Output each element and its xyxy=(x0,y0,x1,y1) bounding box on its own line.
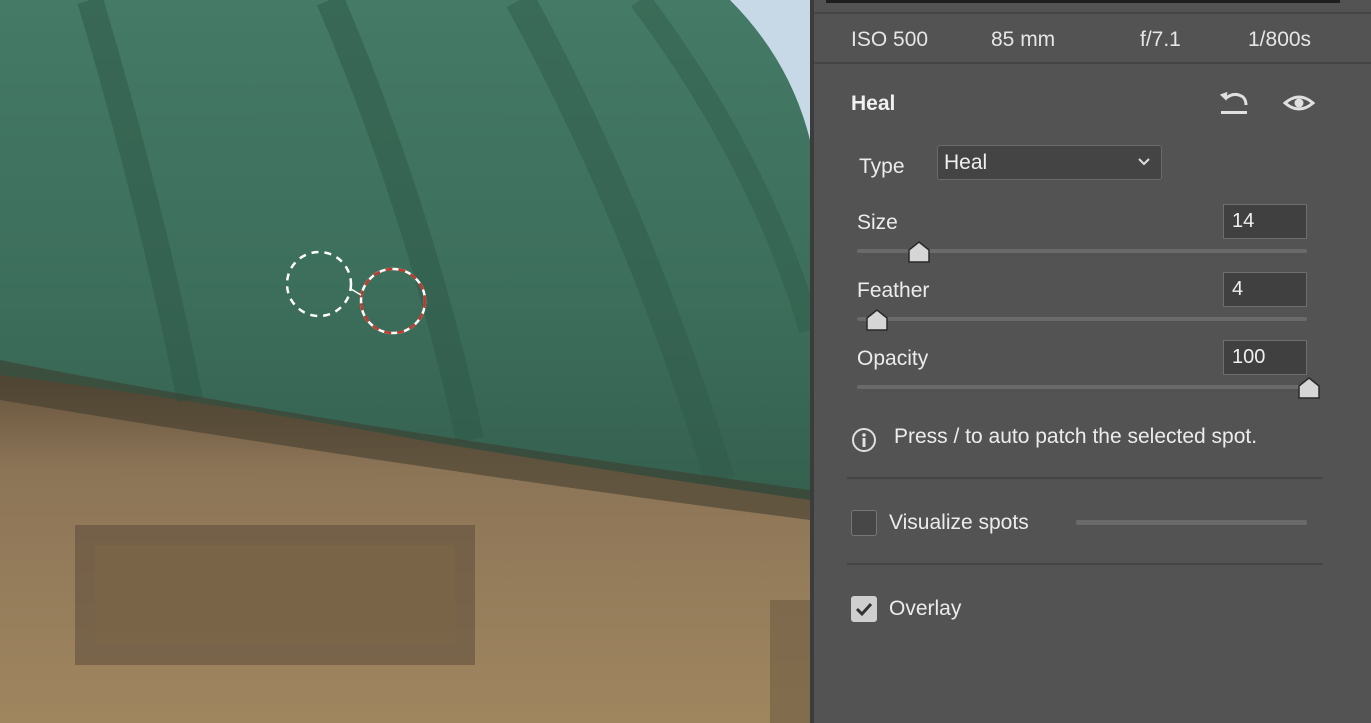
exif-info-bar: ISO 500 85 mm f/7.1 1/800s xyxy=(814,12,1371,64)
feather-input[interactable]: 4 xyxy=(1223,272,1307,307)
divider xyxy=(847,477,1323,479)
type-select-value: Heal xyxy=(944,151,988,174)
iso-value: ISO 500 xyxy=(851,28,929,51)
opacity-slider-track[interactable] xyxy=(857,385,1307,389)
visualize-spots-label: Visualize spots xyxy=(889,511,1029,534)
panel-title: Heal xyxy=(851,92,896,115)
edit-panel: ISO 500 85 mm f/7.1 1/800s Heal Type Hea… xyxy=(810,0,1371,723)
overlay-label: Overlay xyxy=(889,597,962,620)
opacity-slider-thumb[interactable] xyxy=(1298,377,1320,399)
aperture-value: f/7.1 xyxy=(1140,28,1181,51)
divider xyxy=(847,563,1323,565)
focal-length-value: 85 mm xyxy=(991,28,1056,51)
visualize-spots-checkbox[interactable] xyxy=(851,510,877,536)
feather-label: Feather xyxy=(857,279,930,302)
size-label: Size xyxy=(857,211,898,234)
reset-icon[interactable] xyxy=(1218,89,1250,117)
photo-canvas[interactable] xyxy=(0,0,810,723)
eye-icon[interactable] xyxy=(1282,89,1316,117)
feather-slider-thumb[interactable] xyxy=(866,309,888,331)
photo-image xyxy=(0,0,810,723)
info-icon xyxy=(852,428,876,452)
histogram-edge xyxy=(826,0,1340,3)
size-input[interactable]: 14 xyxy=(1223,204,1307,239)
shutter-value: 1/800s xyxy=(1248,28,1312,51)
checkmark-icon xyxy=(855,602,873,617)
chevron-down-icon xyxy=(1138,158,1150,166)
size-slider-thumb[interactable] xyxy=(908,241,930,263)
hint-text: Press / to auto patch the selected spot. xyxy=(894,425,1258,448)
type-label: Type xyxy=(859,155,905,178)
feather-slider-track[interactable] xyxy=(857,317,1307,321)
visualize-spots-slider[interactable] xyxy=(1076,520,1307,525)
overlay-checkbox[interactable] xyxy=(851,596,877,622)
opacity-label: Opacity xyxy=(857,347,929,370)
type-select[interactable]: Heal xyxy=(937,145,1162,180)
opacity-input[interactable]: 100 xyxy=(1223,340,1307,375)
